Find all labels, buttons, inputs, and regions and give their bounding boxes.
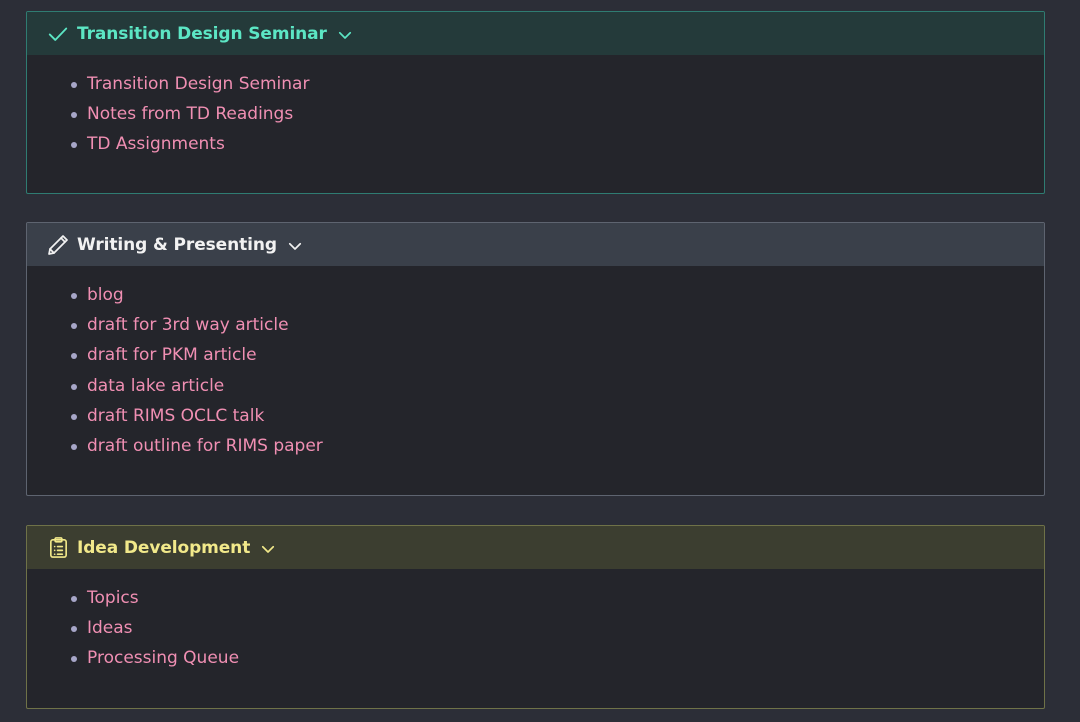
bullet — [71, 353, 77, 360]
list-item: draft for PKM article — [27, 340, 1044, 370]
callout-transition-design: Transition Design Seminar Transition Des… — [26, 11, 1045, 194]
callout-title: Idea Development — [77, 537, 251, 558]
bullet — [71, 596, 77, 602]
list-item: Topics — [27, 583, 1044, 613]
note-link[interactable]: draft outline for RIMS paper — [87, 436, 323, 456]
chevron-down-icon[interactable] — [286, 237, 304, 255]
bullet — [71, 142, 77, 149]
callout-header-idea-development[interactable]: Idea Development — [27, 526, 1044, 569]
note-link[interactable]: Processing Queue — [87, 648, 239, 668]
note-link[interactable]: Notes from TD Readings — [87, 104, 293, 124]
link-list: blog draft for 3rd way article draft for… — [27, 280, 1044, 461]
bullet — [71, 293, 77, 299]
callout-body: Transition Design Seminar Notes from TD … — [27, 55, 1044, 160]
bullet — [71, 443, 77, 450]
bullet — [71, 82, 77, 88]
callout-header-writing-presenting[interactable]: Writing & Presenting — [27, 223, 1044, 266]
note-link[interactable]: data lake article — [87, 376, 224, 396]
list-item: data lake article — [27, 371, 1044, 401]
bullet — [71, 112, 77, 119]
list-item: draft outline for RIMS paper — [27, 431, 1044, 461]
note-link[interactable]: Topics — [87, 588, 139, 608]
note-link[interactable]: TD Assignments — [87, 134, 225, 154]
note-link[interactable]: blog — [87, 285, 124, 305]
list-item: Ideas — [27, 613, 1044, 643]
list-item: draft RIMS OCLC talk — [27, 401, 1044, 431]
list-item: Transition Design Seminar — [27, 69, 1044, 99]
list-item: draft for 3rd way article — [27, 310, 1044, 340]
bullet — [71, 656, 77, 663]
list-item: blog — [27, 280, 1044, 310]
note-link[interactable]: draft for 3rd way article — [87, 315, 289, 335]
clipboard-list-icon — [46, 536, 70, 560]
pencil-icon — [46, 233, 70, 257]
list-item: Processing Queue — [27, 643, 1044, 673]
note-link[interactable]: draft RIMS OCLC talk — [87, 406, 264, 426]
callout-title: Transition Design Seminar — [77, 23, 327, 44]
callout-title: Writing & Presenting — [77, 234, 277, 255]
callout-body: Topics Ideas Processing Queue — [27, 569, 1044, 674]
callout-header-transition-design[interactable]: Transition Design Seminar — [27, 12, 1044, 55]
list-item: Notes from TD Readings — [27, 99, 1044, 129]
bullet — [71, 383, 77, 390]
link-list: Transition Design Seminar Notes from TD … — [27, 69, 1044, 160]
link-list: Topics Ideas Processing Queue — [27, 583, 1044, 674]
callout-idea-development: Idea Development Topics Ideas Processing… — [26, 525, 1045, 709]
note-link[interactable]: Transition Design Seminar — [87, 74, 309, 94]
bullet — [71, 413, 77, 420]
callout-writing-presenting: Writing & Presenting blog draft for 3rd … — [26, 222, 1045, 496]
note-link[interactable]: draft for PKM article — [87, 345, 257, 365]
bullet — [71, 323, 77, 330]
callout-body: blog draft for 3rd way article draft for… — [27, 266, 1044, 461]
chevron-down-icon[interactable] — [336, 26, 354, 44]
list-item: TD Assignments — [27, 129, 1044, 159]
check-icon — [46, 22, 70, 46]
chevron-down-icon[interactable] — [259, 540, 277, 558]
bullet — [71, 626, 77, 633]
note-link[interactable]: Ideas — [87, 618, 133, 638]
